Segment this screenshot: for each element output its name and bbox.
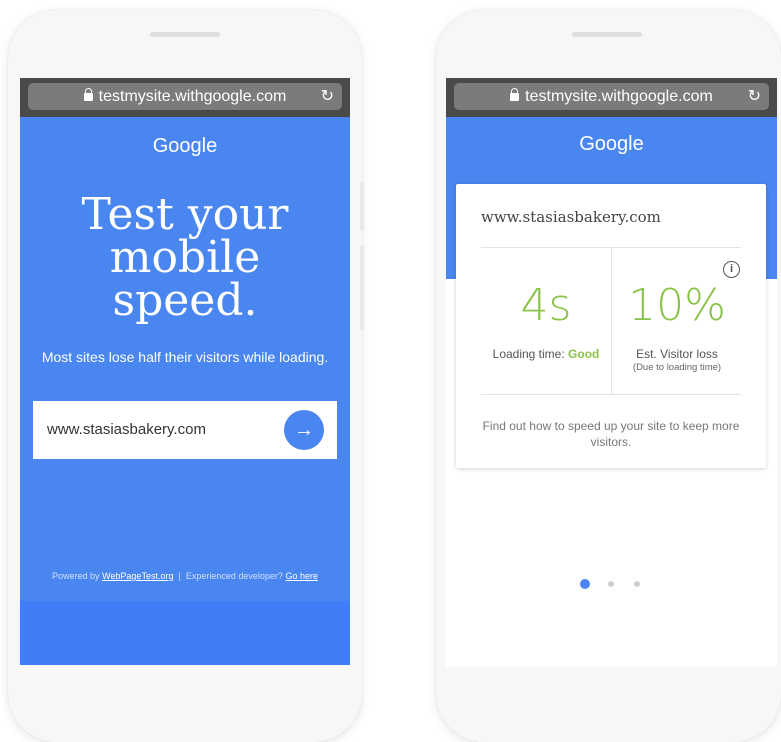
left-phone: testmysite.withgoogle.com ↻ Google Test … <box>8 10 364 742</box>
footer: Powered by WebPageTest.org | Experienced… <box>20 571 350 581</box>
headline-line: speed. <box>112 275 258 326</box>
pagination-dot[interactable] <box>608 581 614 587</box>
speed-tip: Find out how to speed up your site to ke… <box>482 419 740 449</box>
hero-section: Google Test your mobile speed. Most site… <box>20 117 350 601</box>
headline-line: Test your <box>81 189 289 240</box>
page-headline: Test your mobile speed. <box>20 189 350 326</box>
webpagetest-link[interactable]: WebPageTest.org <box>102 571 173 581</box>
loading-time-rating: Good <box>568 347 600 361</box>
lock-icon <box>83 88 93 101</box>
speaker-grille <box>572 32 642 37</box>
results-card: www.stasiasbakery.com i 4s Loading time:… <box>456 184 766 468</box>
google-logo: Google <box>579 133 644 155</box>
browser-chrome: testmysite.withgoogle.com ↻ <box>20 78 350 117</box>
right-phone: testmysite.withgoogle.com ↻ Google www.s… <box>436 10 781 742</box>
google-logo: Google <box>152 135 218 157</box>
pagination-dot-active[interactable] <box>580 579 590 589</box>
left-screen: testmysite.withgoogle.com ↻ Google Test … <box>20 78 350 665</box>
url-input-box: www.stasiasbakery.com → <box>33 401 337 459</box>
address-bar[interactable]: testmysite.withgoogle.com ↻ <box>454 83 769 110</box>
visitor-loss-value: 10% <box>628 280 726 331</box>
subtitle: Most sites lose half their visitors whil… <box>41 349 329 365</box>
lock-icon <box>510 88 520 101</box>
lower-blue-band <box>20 601 350 665</box>
powered-by-text: Powered by <box>52 571 100 581</box>
arrow-right-icon: → <box>294 419 314 441</box>
site-url: www.stasiasbakery.com <box>481 208 661 226</box>
loading-time-label: Loading time: Good <box>481 347 611 361</box>
side-button <box>360 245 364 330</box>
footer-separator: | <box>178 571 181 581</box>
side-button <box>360 182 364 230</box>
reload-icon[interactable]: ↻ <box>748 83 761 110</box>
developer-text: Experienced developer? <box>185 571 283 581</box>
address-bar[interactable]: testmysite.withgoogle.com ↻ <box>28 83 342 110</box>
speaker-grille <box>150 32 220 37</box>
visitor-loss-sublabel: (Due to loading time) <box>632 362 722 373</box>
right-screen: testmysite.withgoogle.com ↻ Google www.s… <box>446 78 777 667</box>
pagination-dot[interactable] <box>634 581 640 587</box>
visitor-loss-label: Est. Visitor loss <box>636 347 718 361</box>
headline-line: mobile <box>109 232 261 283</box>
go-button[interactable]: → <box>284 410 324 450</box>
info-icon[interactable]: i <box>723 261 740 278</box>
url-text: testmysite.withgoogle.com <box>525 88 713 105</box>
divider <box>481 394 741 395</box>
go-here-link[interactable]: Go here <box>285 571 318 581</box>
browser-chrome: testmysite.withgoogle.com ↻ <box>446 78 777 117</box>
loading-time-value: 4s <box>520 280 572 331</box>
loading-time-label-text: Loading time: <box>492 347 565 361</box>
url-text: testmysite.withgoogle.com <box>98 88 287 105</box>
reload-icon[interactable]: ↻ <box>321 83 334 110</box>
url-input[interactable]: www.stasiasbakery.com <box>47 401 206 459</box>
